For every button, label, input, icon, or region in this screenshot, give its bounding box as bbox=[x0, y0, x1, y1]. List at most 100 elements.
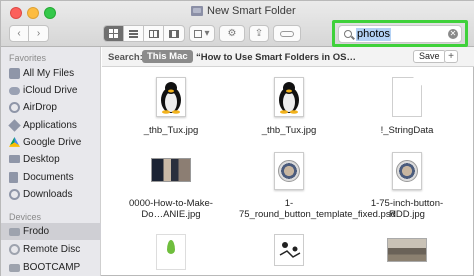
sidebar-item-label: Applications bbox=[23, 120, 77, 131]
window-title-text: New Smart Folder bbox=[207, 5, 296, 17]
leaf-icon bbox=[167, 240, 175, 254]
sidebar-item-label: Frodo bbox=[23, 226, 50, 237]
view-mode-selector bbox=[103, 25, 185, 42]
sidebar-item-applications[interactable]: Applications bbox=[1, 117, 101, 134]
chevron-left-icon: ‹ bbox=[17, 28, 21, 39]
file-name: _thb_Tux.jpg bbox=[143, 125, 199, 136]
zoom-window-button[interactable] bbox=[44, 7, 56, 19]
column-view-button[interactable] bbox=[144, 26, 164, 41]
house-photo-thumbnail bbox=[387, 238, 427, 262]
search-icon bbox=[344, 30, 352, 38]
scope-this-mac-button[interactable]: This Mac bbox=[142, 50, 193, 63]
list-view-button[interactable] bbox=[124, 26, 144, 41]
share-icon: ⇪ bbox=[254, 28, 264, 39]
file-item[interactable] bbox=[121, 234, 221, 276]
smart-folder-icon bbox=[191, 6, 203, 16]
save-search-button[interactable]: Save bbox=[413, 50, 446, 63]
document-thumbnail bbox=[392, 77, 422, 117]
round-button-image bbox=[396, 160, 418, 182]
penguin-icon bbox=[279, 82, 299, 114]
sidebar-item-airdrop[interactable]: AirDrop bbox=[1, 99, 101, 116]
file-item[interactable]: 1-75_round_button_template_fixed.psd bbox=[239, 148, 396, 228]
file-item[interactable] bbox=[357, 234, 457, 276]
add-criteria-button[interactable]: + bbox=[444, 50, 458, 63]
arrange-grid-icon bbox=[194, 29, 203, 38]
forward-button[interactable]: › bbox=[29, 25, 49, 42]
all-files-icon bbox=[9, 68, 20, 79]
sidebar-item-label: All My Files bbox=[23, 68, 75, 79]
photo-thumbnail bbox=[151, 158, 191, 182]
back-button[interactable]: ‹ bbox=[9, 25, 29, 42]
grid-icon bbox=[109, 29, 118, 38]
minimize-window-button[interactable] bbox=[27, 7, 39, 19]
tux-thumbnail bbox=[156, 77, 186, 117]
documents-icon bbox=[9, 172, 18, 183]
chevron-down-icon: ▾ bbox=[204, 28, 210, 39]
gear-icon: ⚙ bbox=[227, 28, 237, 39]
sidebar-item-label: Documents bbox=[23, 172, 74, 183]
sidebar-item-remote-disc[interactable]: Remote Disc bbox=[1, 241, 101, 258]
scope-query-button[interactable]: “How to Use Smart Folders in OS… bbox=[196, 52, 406, 63]
file-item[interactable] bbox=[239, 234, 339, 276]
sidebar-item-bootcamp[interactable]: BOOTCAMP bbox=[1, 259, 101, 276]
file-item[interactable]: !_StringData bbox=[357, 68, 457, 138]
downloads-icon bbox=[9, 189, 20, 200]
file-item[interactable]: 1-75-inch-button-RDD.jpg bbox=[357, 148, 457, 228]
sidebar-item-all-my-files[interactable]: All My Files bbox=[1, 65, 101, 82]
penguin-icon bbox=[161, 82, 181, 114]
desktop-icon bbox=[9, 155, 20, 163]
cover-flow-icon bbox=[169, 29, 179, 38]
sidebar-item-label: Remote Disc bbox=[23, 244, 81, 255]
close-window-button[interactable] bbox=[10, 7, 22, 19]
sidebar: Favorites All My Files iCloud Drive AirD… bbox=[1, 47, 101, 276]
sidebar-item-label: iCloud Drive bbox=[23, 85, 78, 96]
sidebar-item-downloads[interactable]: Downloads bbox=[1, 186, 101, 203]
file-item[interactable]: 0000-How-to-Make-Do…ANIE.jpg bbox=[121, 148, 221, 228]
sidebar-item-label: Downloads bbox=[23, 189, 73, 200]
file-name: 0000-How-to-Make-Do…ANIE.jpg bbox=[129, 198, 213, 220]
file-name: 1-75_round_button_template_fixed.psd bbox=[239, 198, 396, 220]
scope-label: Search: bbox=[108, 52, 143, 63]
sidebar-item-google-drive[interactable]: Google Drive bbox=[1, 134, 101, 151]
arrange-button[interactable]: ▾ bbox=[189, 25, 215, 42]
disc-icon bbox=[9, 244, 20, 255]
file-item[interactable]: _thb_Tux.jpg bbox=[239, 68, 339, 138]
button-template-thumbnail bbox=[274, 152, 304, 190]
devices-header: Devices bbox=[9, 212, 42, 222]
sidebar-item-label: BOOTCAMP bbox=[23, 262, 81, 273]
favorites-header: Favorites bbox=[9, 53, 47, 63]
share-button[interactable]: ⇪ bbox=[249, 25, 269, 42]
finder-window: New Smart Folder ‹ › ▾ ⚙ ⇪ photos ✕ Favo… bbox=[0, 0, 474, 276]
file-grid: _thb_Tux.jpg _thb_Tux.jpg !_StringData 0… bbox=[102, 68, 474, 276]
icon-view-button[interactable] bbox=[104, 26, 124, 41]
sketch-drawing-icon bbox=[279, 242, 301, 258]
action-button[interactable]: ⚙ bbox=[219, 25, 245, 42]
window-title: New Smart Folder bbox=[191, 5, 296, 17]
chevron-right-icon: › bbox=[36, 28, 41, 39]
button-template-thumbnail bbox=[392, 152, 422, 190]
sidebar-item-icloud-drive[interactable]: iCloud Drive bbox=[1, 82, 101, 99]
clear-search-icon[interactable]: ✕ bbox=[448, 29, 458, 39]
file-name: _thb_Tux.jpg bbox=[261, 125, 317, 136]
search-input[interactable]: photos ✕ bbox=[338, 25, 462, 43]
sidebar-item-documents[interactable]: Documents bbox=[1, 169, 101, 186]
drive-icon bbox=[9, 228, 20, 236]
sidebar-item-desktop[interactable]: Desktop bbox=[1, 151, 101, 168]
sidebar-item-label: AirDrop bbox=[23, 102, 57, 113]
leaf-thumbnail bbox=[156, 234, 186, 270]
cover-flow-view-button[interactable] bbox=[164, 26, 184, 41]
icloud-icon bbox=[9, 87, 20, 95]
airdrop-icon bbox=[9, 102, 20, 113]
applications-icon bbox=[8, 119, 21, 132]
drive-icon bbox=[9, 264, 20, 272]
file-name: !_StringData bbox=[380, 125, 434, 136]
file-item[interactable]: _thb_Tux.jpg bbox=[121, 68, 221, 138]
sketch-thumbnail bbox=[274, 234, 304, 266]
search-scope-bar: Search: This Mac “How to Use Smart Folde… bbox=[102, 47, 474, 67]
tags-button[interactable] bbox=[273, 25, 301, 42]
list-icon bbox=[129, 29, 138, 38]
sidebar-item-frodo[interactable]: Frodo bbox=[1, 223, 101, 240]
sidebar-item-label: Google Drive bbox=[23, 137, 82, 148]
google-drive-icon bbox=[9, 137, 20, 147]
round-button-image bbox=[278, 160, 300, 182]
